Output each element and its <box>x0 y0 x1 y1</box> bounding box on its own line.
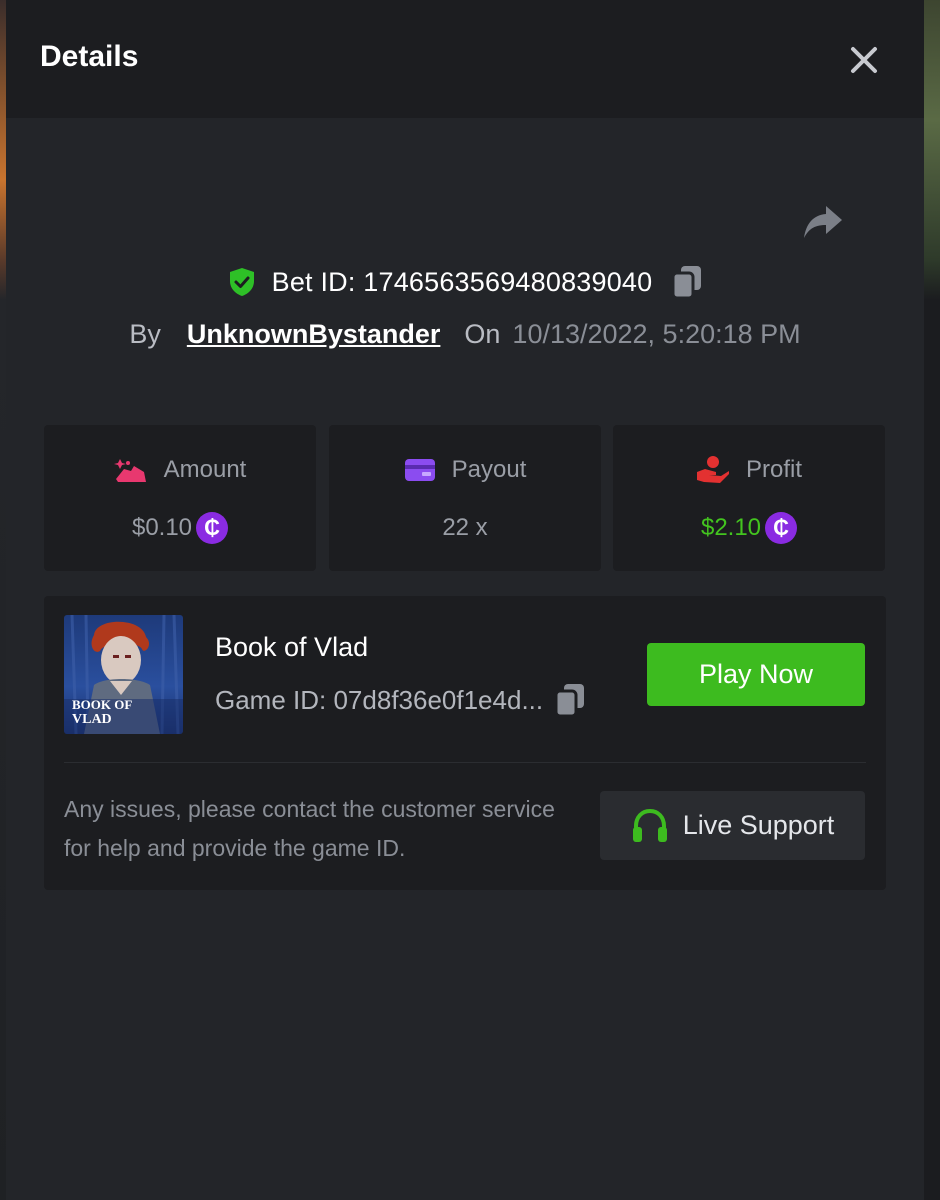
payout-card: Payout 22 x <box>329 425 601 571</box>
game-id-row: Game ID: 07d8f36e0f1e4d... <box>215 682 587 718</box>
profit-card: Profit $2.10 ₵ <box>613 425 885 571</box>
play-now-button[interactable]: Play Now <box>647 643 865 706</box>
copy-icon[interactable] <box>670 264 704 300</box>
profit-header: Profit <box>613 455 885 485</box>
game-id: Game ID: 07d8f36e0f1e4d... <box>215 684 544 715</box>
money-hand-icon <box>113 459 146 482</box>
payout-value: 22 x <box>442 514 488 541</box>
share-button[interactable] <box>800 200 846 244</box>
profit-value-row: $2.10 ₵ <box>613 511 885 545</box>
payout-header: Payout <box>329 455 601 485</box>
copy-icon[interactable] <box>553 682 587 718</box>
divider <box>64 762 866 763</box>
live-support-label: Live Support <box>682 810 835 840</box>
amount-card: Amount $0.10 ₵ <box>44 425 316 571</box>
game-thumb-title-line2: VLAD <box>72 712 112 727</box>
on-label: On <box>464 318 501 349</box>
profit-label: Profit <box>745 456 802 483</box>
help-text: Any issues, please contact the customer … <box>64 796 555 861</box>
share-icon <box>804 206 842 238</box>
background-game-strip-right <box>924 0 940 1200</box>
amount-label: Amount <box>163 456 247 483</box>
hand-profit-icon <box>696 456 729 483</box>
game-cover-art: BOOK OF VLAD <box>64 615 183 734</box>
bet-datetime: 10/13/2022, 5:20:18 PM <box>512 318 801 349</box>
details-modal: Details Bet ID: 1746563569480839040 By U… <box>6 0 924 1200</box>
amount-header: Amount <box>44 455 316 485</box>
profit-value: $2.10 <box>700 514 762 541</box>
game-panel: BOOK OF VLAD Book of Vlad Game ID: 07d8f… <box>44 596 886 890</box>
headset-icon <box>632 808 667 842</box>
game-name: Book of Vlad <box>215 632 369 662</box>
modal-header: Details <box>6 0 924 118</box>
coin-icon: ₵ <box>196 512 229 544</box>
payout-label: Payout <box>451 456 527 483</box>
coin-icon: ₵ <box>765 512 798 544</box>
amount-value: $0.10 <box>131 514 193 541</box>
modal-title: Details <box>40 40 139 73</box>
amount-value-row: $0.10 ₵ <box>44 511 316 545</box>
bet-id: Bet ID: 1746563569480839040 <box>271 266 653 297</box>
close-icon <box>851 47 877 73</box>
username-link[interactable]: UnknownBystander <box>187 319 441 350</box>
close-button[interactable] <box>844 40 884 80</box>
by-label: By <box>129 318 161 349</box>
game-thumbnail[interactable]: BOOK OF VLAD <box>64 615 183 734</box>
shield-check-icon <box>229 268 254 296</box>
live-support-button[interactable]: Live Support <box>600 791 865 860</box>
wallet-card-icon <box>404 459 435 481</box>
payout-value-row: 22 x <box>329 511 601 545</box>
game-thumb-title-line1: BOOK OF <box>72 697 132 712</box>
bet-author-row: By UnknownBystander On 10/13/2022, 5:20:… <box>6 314 924 354</box>
bet-id-row: Bet ID: 1746563569480839040 <box>6 262 924 302</box>
